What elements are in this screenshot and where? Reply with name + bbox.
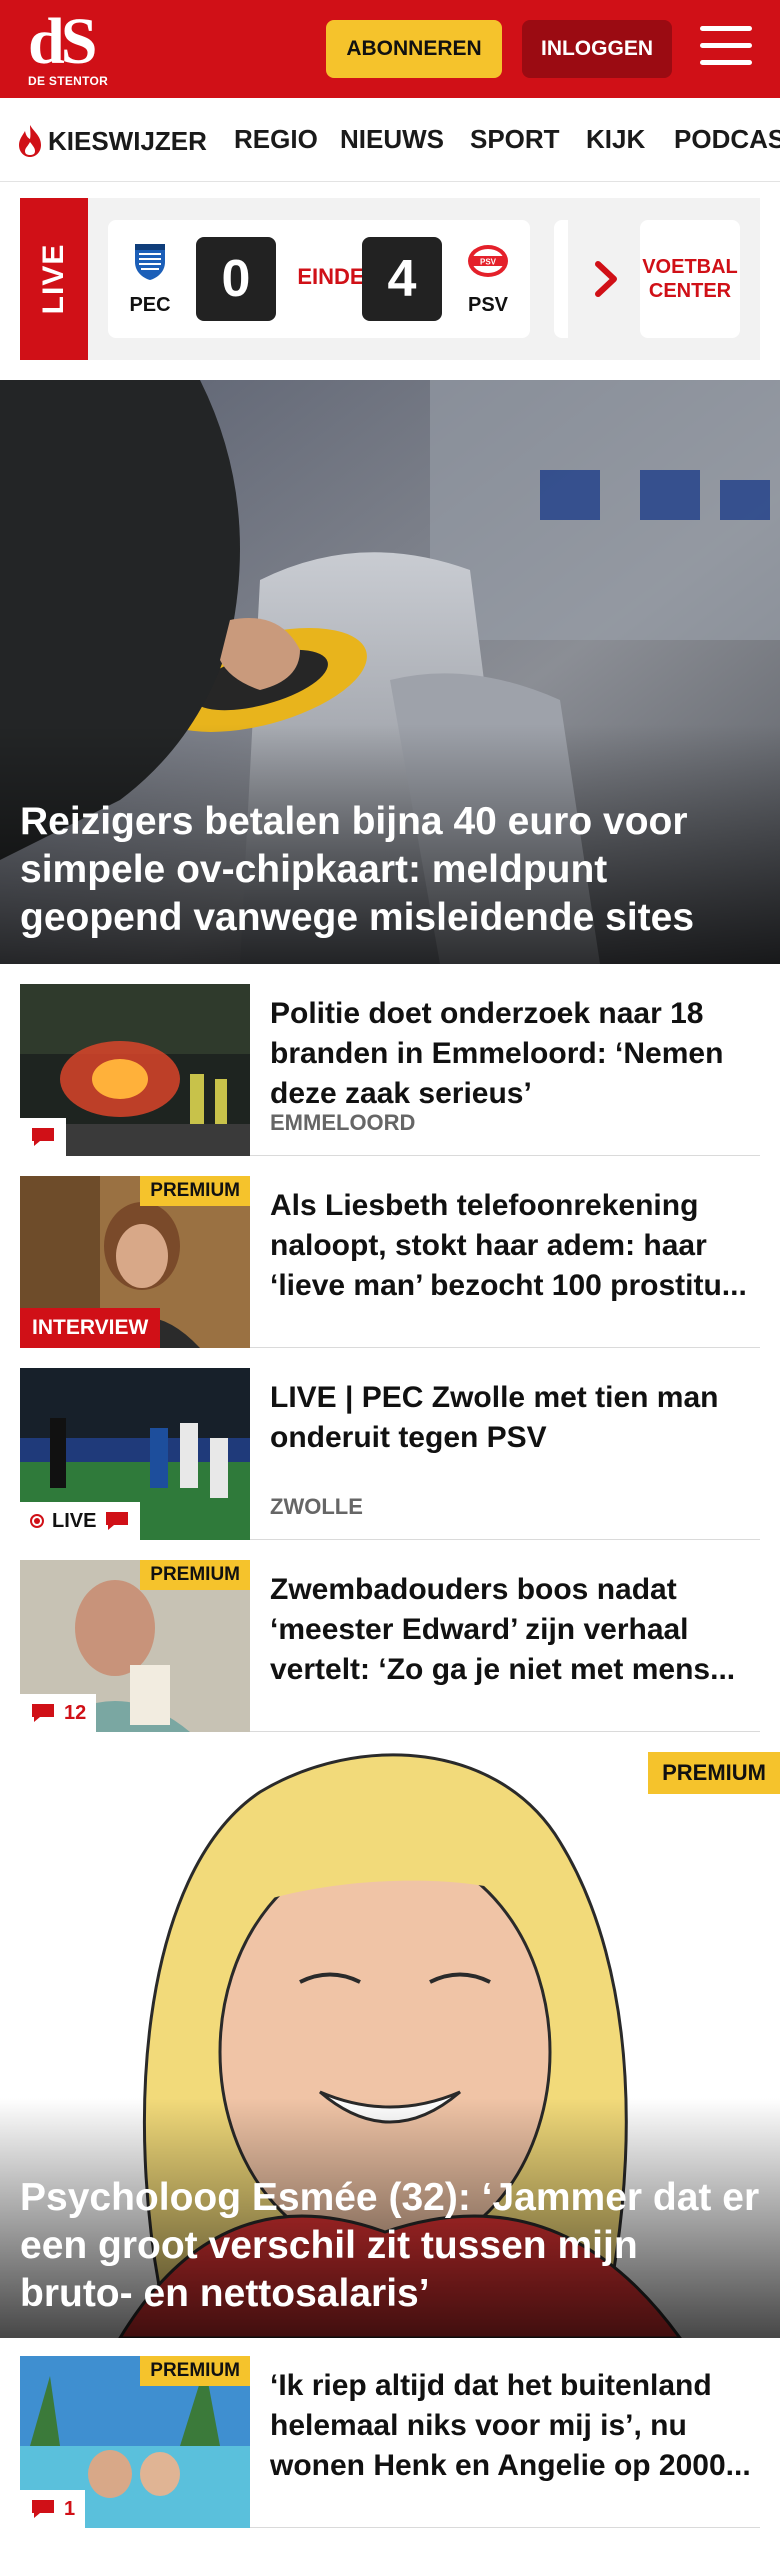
- comment-badge: [20, 1118, 66, 1156]
- hero-title: Reizigers betalen bijna 40 euro voor sim…: [20, 800, 695, 939]
- article-thumbnail: [20, 984, 250, 1156]
- premium-badge: PREMIUM: [140, 1176, 250, 1206]
- home-score: 0: [196, 237, 276, 321]
- list-item[interactable]: Politie doet onderzoek naar 18 branden i…: [20, 984, 760, 1156]
- premium-badge: PREMIUM: [648, 1752, 780, 1794]
- live-score-widget: LIVE PEC 0 EINDE 4 PSV PSV VOETBAL CENTE…: [20, 198, 760, 360]
- comment-icon: [32, 2500, 54, 2518]
- comment-icon: [106, 1512, 129, 1530]
- interview-tag: INTERVIEW: [20, 1308, 161, 1348]
- live-badge: LIVE: [20, 1502, 141, 1540]
- article-location: EMMELOORD: [270, 1110, 416, 1135]
- article-thumbnail: PREMIUM 12: [20, 1560, 250, 1732]
- list-item[interactable]: PREMIUM INTERVIEW Als Liesbeth telefoonr…: [20, 1176, 760, 1348]
- comment-count: 12: [64, 1701, 87, 1724]
- nav-label: KIESWIJZER: [48, 125, 207, 156]
- nav-item-nieuws[interactable]: NIEUWS: [340, 124, 444, 155]
- article-thumbnail: PREMIUM INTERVIEW: [20, 1176, 250, 1348]
- flame-icon: [19, 125, 41, 157]
- home-team: PEC: [120, 240, 180, 317]
- subscribe-button[interactable]: ABONNEREN: [326, 20, 502, 78]
- live-badge-label: LIVE: [52, 1509, 97, 1532]
- logo-subtitle: DE STENTOR: [28, 74, 109, 88]
- nav-item-kijk[interactable]: KIJK: [586, 124, 645, 155]
- premium-badge: PREMIUM: [140, 1560, 250, 1590]
- article-location: ZWOLLE: [270, 1494, 363, 1519]
- comment-badge: 1: [20, 2490, 86, 2528]
- featured-premium-article[interactable]: PREMIUM Psycholoog Esmée (32): ‘Jammer d…: [0, 1752, 780, 2338]
- nav-item-regio[interactable]: REGIO: [234, 124, 318, 155]
- away-score: 4: [362, 237, 442, 321]
- login-button[interactable]: INLOGGEN: [522, 20, 672, 78]
- psv-crest-icon: PSV: [468, 245, 508, 277]
- hero-article[interactable]: Reizigers betalen bijna 40 euro voor sim…: [0, 380, 780, 964]
- comment-count: 1: [64, 2497, 76, 2520]
- nav-item-podcast[interactable]: PODCAST: [674, 124, 780, 155]
- next-match-card[interactable]: [554, 220, 568, 338]
- menu-icon[interactable]: [700, 26, 752, 70]
- nav-item-sport[interactable]: SPORT: [470, 124, 560, 155]
- nav-item-kieswijzer[interactable]: KIESWIJZER: [16, 124, 207, 158]
- home-team-name: PEC: [129, 294, 171, 316]
- live-dot-icon: [30, 1514, 44, 1528]
- site-logo[interactable]: dS DE STENTOR: [28, 5, 112, 89]
- away-team: PSV PSV: [458, 240, 518, 317]
- article-title: LIVE | PEC Zwolle met tien man onderuit …: [270, 1381, 719, 1454]
- voetbal-center-link[interactable]: VOETBAL CENTER: [640, 220, 740, 338]
- svg-text:PSV: PSV: [480, 258, 497, 267]
- list-item[interactable]: PREMIUM 1 ‘Ik riep altijd dat het buiten…: [20, 2356, 760, 2528]
- list-item[interactable]: PREMIUM 12 Zwembadouders boos nadat ‘mee…: [20, 1560, 760, 1732]
- comment-icon: [32, 1128, 54, 1146]
- list-item[interactable]: LIVE LIVE | PEC Zwolle met tien man onde…: [20, 1368, 760, 1540]
- premium-badge: PREMIUM: [140, 2356, 250, 2386]
- main-nav: KIESWIJZER REGIO NIEUWS SPORT KIJK PODCA…: [0, 98, 780, 182]
- logo-mark: dS: [28, 5, 97, 78]
- live-label: LIVE: [20, 198, 88, 360]
- match-card[interactable]: PEC 0 EINDE 4 PSV PSV: [108, 220, 530, 338]
- away-team-name: PSV: [467, 294, 509, 316]
- article-title: Politie doet onderzoek naar 18 branden i…: [270, 997, 724, 1110]
- article-thumbnail: LIVE: [20, 1368, 250, 1540]
- article-title: Zwembadouders boos nadat ‘meester Edward…: [270, 1573, 736, 1686]
- article-title: ‘Ik riep altijd dat het buitenland helem…: [270, 2369, 751, 2482]
- article-title: Als Liesbeth telefoonrekening naloopt, s…: [270, 1189, 747, 1302]
- pec-crest-icon: [135, 244, 165, 280]
- top-bar: dS DE STENTOR ABONNEREN INLOGGEN: [0, 0, 780, 98]
- comment-icon: [32, 1704, 54, 1722]
- comment-badge: 12: [20, 1694, 97, 1732]
- chevron-right-icon[interactable]: [592, 260, 620, 298]
- article-thumbnail: PREMIUM 1: [20, 2356, 250, 2528]
- featured-title: Psycholoog Esmée (32): ‘Jammer dat er ee…: [20, 2176, 760, 2315]
